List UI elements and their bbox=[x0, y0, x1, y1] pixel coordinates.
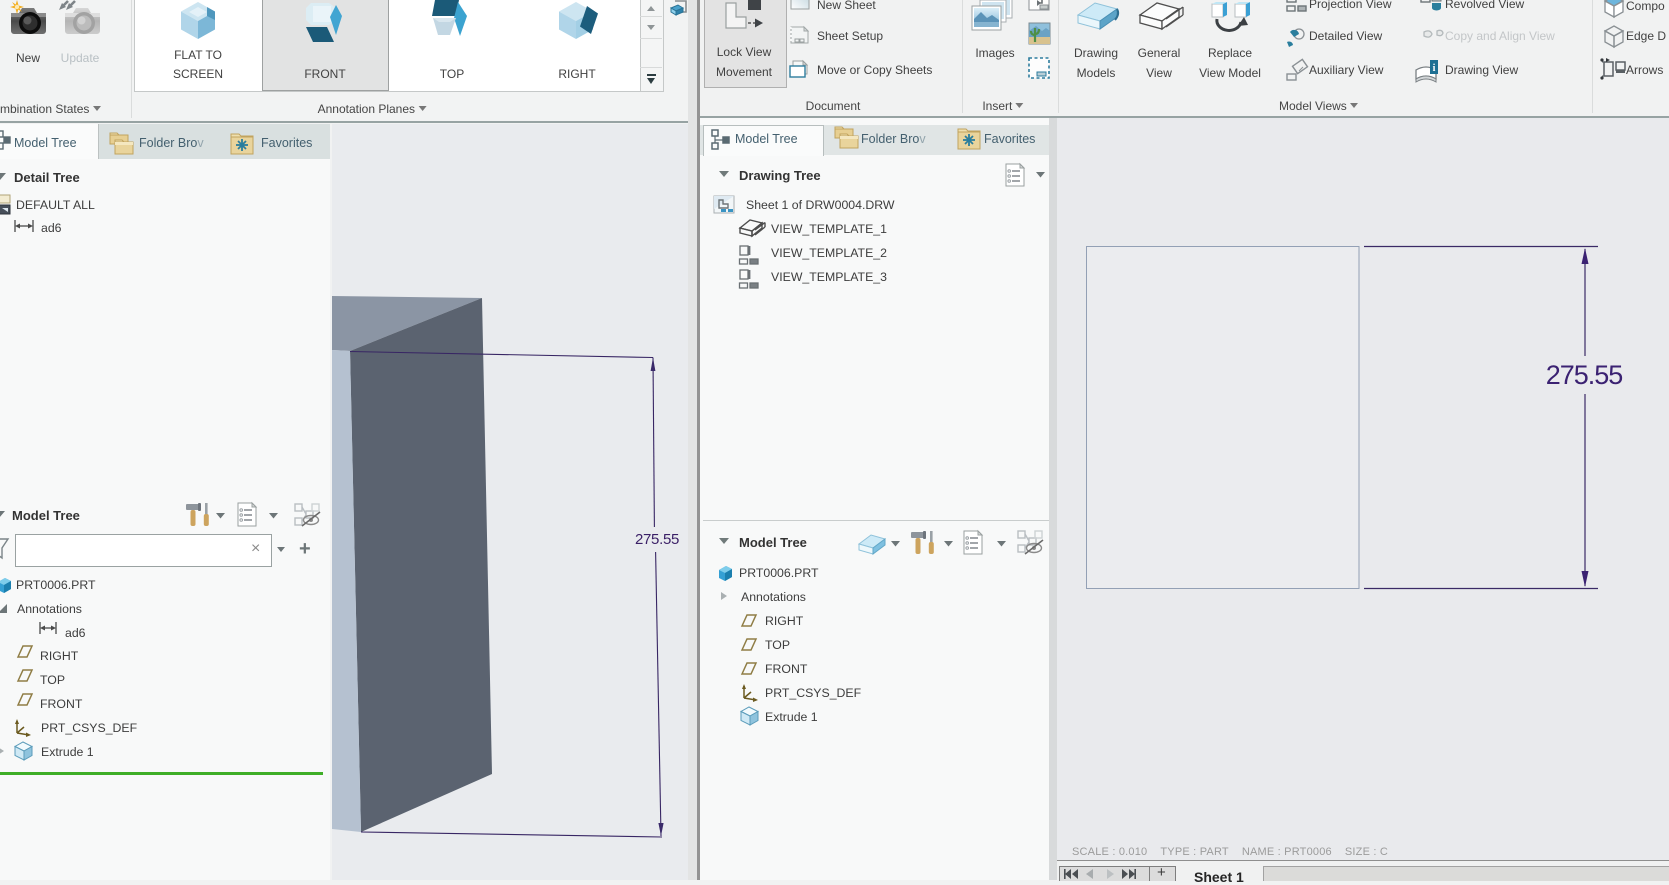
svg-text:i: i bbox=[1433, 63, 1436, 74]
svg-text:275.55: 275.55 bbox=[635, 531, 679, 548]
svg-text:275.55: 275.55 bbox=[1546, 360, 1623, 390]
